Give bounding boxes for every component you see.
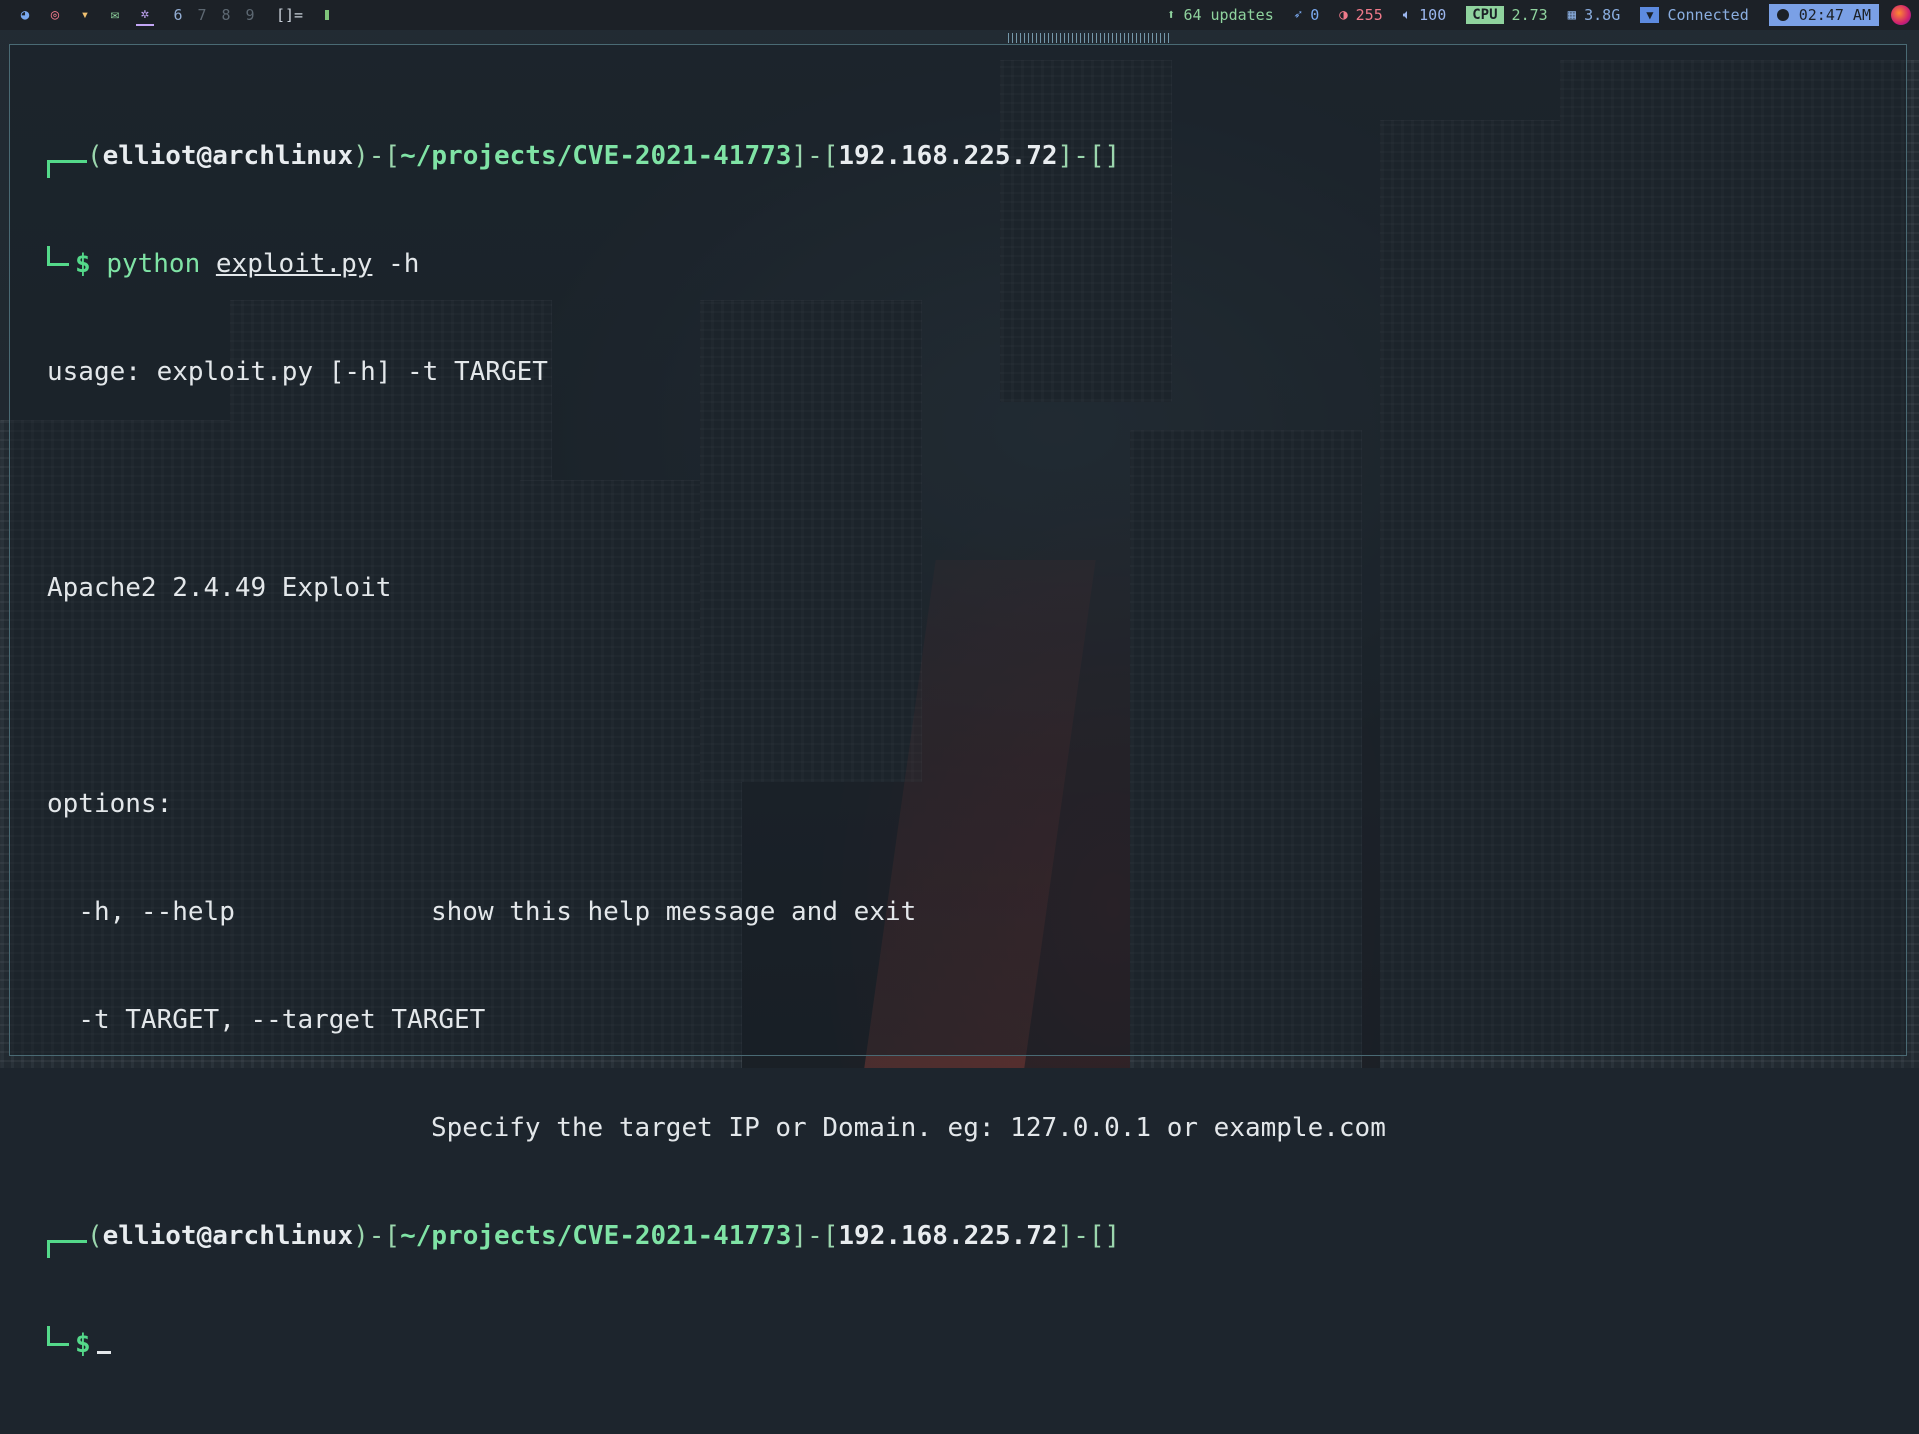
workspace-9[interactable]: 9 bbox=[238, 6, 262, 24]
workspace-bar: ◕ ◎ ▾ ✉ ✲ 6 7 8 9 []= bbox=[0, 0, 330, 30]
workspace-7[interactable]: 7 bbox=[190, 6, 214, 24]
memory-icon: ▦ bbox=[1567, 7, 1577, 23]
window-indicator bbox=[325, 10, 330, 20]
clock-icon bbox=[1776, 9, 1789, 21]
prompt-user: elliot@archlinux bbox=[102, 141, 354, 171]
terminal-window[interactable]: (elliot@archlinux)-[~/projects/CVE-2021-… bbox=[9, 44, 1907, 1359]
network-module[interactable]: ▼ Connected bbox=[1640, 6, 1749, 24]
prompt-tail: [] bbox=[1088, 1221, 1121, 1251]
cpu-work-value: 0 bbox=[1310, 6, 1320, 24]
brightness-value: 255 bbox=[1355, 6, 1383, 24]
prompt-dollar: $ bbox=[75, 249, 91, 279]
prompt-corner-bottom bbox=[47, 1326, 69, 1346]
updates-count: 64 updates bbox=[1183, 6, 1274, 24]
prompt-user: elliot@archlinux bbox=[102, 1221, 354, 1251]
input-line[interactable]: $ bbox=[47, 1326, 1886, 1362]
option-help-line: -h, --help show this help message and exi… bbox=[47, 894, 1886, 930]
prompt-path: ~/projects/CVE-2021-41773 bbox=[400, 141, 792, 171]
option-target-flags: -t TARGET, --target TARGET bbox=[78, 1005, 486, 1035]
prompt-ip: 192.168.225.72 bbox=[838, 141, 1058, 171]
volume-module[interactable]: 🔈︎ 100 bbox=[1403, 6, 1447, 24]
memory-value: 3.8G bbox=[1584, 6, 1621, 24]
option-help-desc: show this help message and exit bbox=[431, 897, 917, 927]
tray-app-icon[interactable] bbox=[1891, 5, 1911, 25]
clock-module[interactable]: 02:47 AM bbox=[1768, 4, 1879, 26]
prompt-line-2: (elliot@archlinux)-[~/projects/CVE-2021-… bbox=[47, 1218, 1886, 1258]
prompt-ip: 192.168.225.72 bbox=[838, 1221, 1058, 1251]
workspace-8[interactable]: 8 bbox=[214, 6, 238, 24]
clock-time: 02:47 AM bbox=[1798, 6, 1871, 24]
prompt-corner-bottom bbox=[47, 246, 69, 266]
window-title-indicator bbox=[1008, 33, 1170, 43]
option-target-line: -t TARGET, --target TARGET bbox=[47, 1002, 1886, 1038]
prompt-corner-top bbox=[47, 1240, 87, 1258]
text-cursor bbox=[96, 1351, 111, 1354]
active-workspace-icon[interactable]: ✲ bbox=[136, 5, 154, 26]
network-status: Connected bbox=[1667, 6, 1749, 24]
clock: 02:47 AM bbox=[1768, 4, 1879, 26]
update-icon: ⬆ bbox=[1167, 7, 1176, 23]
prompt-dollar: $ bbox=[75, 1329, 91, 1359]
option-help-flags: -h, --help bbox=[78, 897, 235, 927]
wifi-icon: ▼ bbox=[1640, 7, 1660, 23]
option-target-desc: Specify the target IP or Domain. eg: 127… bbox=[431, 1113, 1386, 1143]
description-line: Apache2 2.4.49 Exploit bbox=[47, 573, 392, 603]
command-program: python bbox=[106, 249, 201, 279]
cpu-value: 2.73 bbox=[1511, 6, 1548, 24]
status-bar: ◕ ◎ ▾ ✉ ✲ 6 7 8 9 []= ⬆ 64 updates ➶ 0 ◑… bbox=[0, 0, 1919, 30]
status-modules: ⬆ 64 updates ➶ 0 ◑ 255 🔈︎ 100 CPU 2.73 ▦… bbox=[1147, 0, 1919, 30]
mail-icon[interactable]: ✉ bbox=[106, 6, 124, 24]
volume-value: 100 bbox=[1419, 6, 1447, 24]
option-target-desc-line: Specify the target IP or Domain. eg: 127… bbox=[47, 1110, 1886, 1146]
prompt-path: ~/projects/CVE-2021-41773 bbox=[400, 1221, 792, 1251]
cpu-work-module: ➶ 0 bbox=[1294, 6, 1319, 24]
cpu-module: CPU 2.73 bbox=[1466, 6, 1548, 24]
command-flag: -h bbox=[388, 249, 420, 279]
prompt-line-1: (elliot@archlinux)-[~/projects/CVE-2021-… bbox=[47, 138, 1886, 178]
command-line: $ python exploit.py -h bbox=[47, 246, 1886, 282]
prompt-tail: [] bbox=[1088, 141, 1121, 171]
updates-module[interactable]: ⬆ 64 updates bbox=[1167, 6, 1274, 24]
firefox-icon[interactable]: ◕ bbox=[16, 6, 34, 24]
chrome-icon[interactable]: ◎ bbox=[46, 6, 64, 24]
terminal-output: (elliot@archlinux)-[~/projects/CVE-2021-… bbox=[47, 66, 1886, 1434]
options-header: options: bbox=[47, 789, 173, 819]
workspace-6[interactable]: 6 bbox=[166, 6, 190, 24]
rocket-icon: ➶ bbox=[1293, 7, 1303, 23]
memory-module: ▦ 3.8G bbox=[1568, 6, 1621, 24]
volume-icon: 🔈︎ bbox=[1402, 7, 1412, 23]
prompt-corner-top bbox=[47, 160, 87, 178]
pocket-icon[interactable]: ▾ bbox=[76, 6, 94, 24]
usage-line: usage: exploit.py [-h] -t TARGET bbox=[47, 357, 548, 387]
command-file: exploit.py bbox=[215, 249, 373, 279]
brightness-icon: ◑ bbox=[1339, 7, 1348, 23]
cpu-label: CPU bbox=[1466, 6, 1504, 24]
brightness-module[interactable]: ◑ 255 bbox=[1339, 6, 1383, 24]
layout-indicator[interactable]: []= bbox=[276, 6, 303, 24]
